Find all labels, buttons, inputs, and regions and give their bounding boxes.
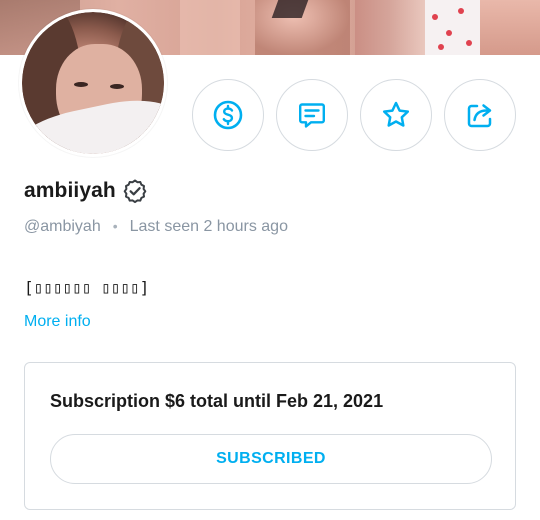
message-button[interactable]: [276, 79, 348, 151]
more-info-link[interactable]: More info: [24, 313, 91, 331]
meta-separator: •: [112, 218, 118, 234]
avatar[interactable]: [19, 9, 167, 157]
subscription-title: Subscription $6 total until Feb 21, 2021: [50, 391, 384, 411]
tip-button[interactable]: [192, 79, 264, 151]
subscription-card: Subscription $6 total until Feb 21, 2021…: [24, 362, 516, 510]
profile-page: ambiiyah @ambiyah • Last seen 2 hours ago …: [0, 0, 540, 520]
share-icon: [467, 104, 492, 128]
profile-bio: [▯▯▯▯▯▯ ▯▯▯▯]: [24, 278, 150, 297]
username: @ambiyah: [24, 218, 101, 235]
message-icon: [299, 103, 325, 128]
profile-meta: @ambiyah • Last seen 2 hours ago: [24, 218, 288, 236]
profile-name-row: ambiiyah: [24, 176, 148, 206]
favorite-button[interactable]: [360, 79, 432, 151]
display-name: ambiiyah: [24, 179, 116, 202]
subscribed-button[interactable]: SUBSCRIBED: [50, 434, 492, 484]
star-icon: [382, 101, 410, 127]
share-button[interactable]: [444, 79, 516, 151]
last-seen: Last seen 2 hours ago: [129, 218, 288, 235]
dollar-circle-icon: [213, 100, 243, 130]
verified-badge-icon: [123, 179, 147, 204]
